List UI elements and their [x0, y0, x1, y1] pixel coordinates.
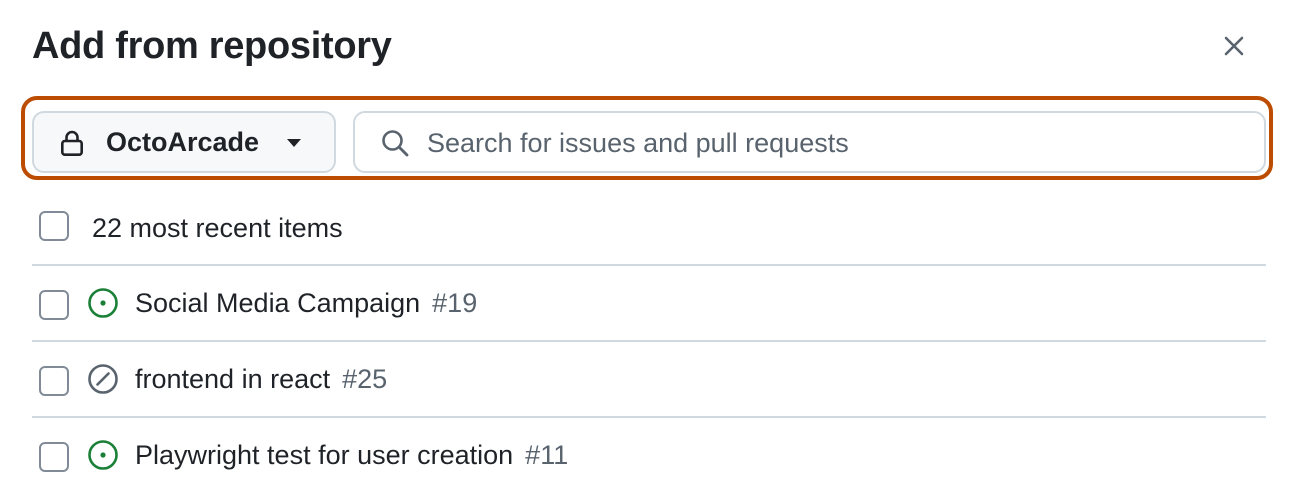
close-icon [1224, 36, 1244, 56]
item-number: #25 [342, 364, 388, 394]
close-button[interactable] [1212, 26, 1256, 66]
triangle-down-icon [287, 139, 301, 147]
repository-selector-button[interactable]: OctoArcade [32, 111, 336, 173]
item-title: frontend in react [135, 364, 331, 394]
dialog-title: Add from repository [32, 25, 392, 67]
item-number: #19 [432, 288, 478, 318]
item-label: Playwright test for user creation #11 [135, 439, 568, 471]
item-number: #11 [525, 440, 569, 470]
select-all-checkbox[interactable] [39, 211, 69, 241]
select-all-label: 22 most recent items [92, 213, 343, 243]
issue-opened-icon [88, 440, 118, 470]
item-label: frontend in react #25 [135, 363, 387, 395]
item-title: Playwright test for user creation [135, 440, 514, 470]
item-checkbox[interactable] [39, 290, 69, 320]
issue-opened-icon [88, 288, 118, 318]
lock-icon [60, 130, 83, 156]
search-icon [382, 130, 409, 157]
repository-name: OctoArcade [106, 127, 260, 157]
item-title: Social Media Campaign [135, 288, 421, 318]
item-checkbox[interactable] [39, 366, 69, 396]
skip-icon [88, 364, 118, 394]
item-label: Social Media Campaign #19 [135, 287, 477, 319]
search-input[interactable] [427, 121, 1247, 165]
item-checkbox[interactable] [39, 442, 69, 472]
search-field[interactable] [353, 111, 1266, 173]
